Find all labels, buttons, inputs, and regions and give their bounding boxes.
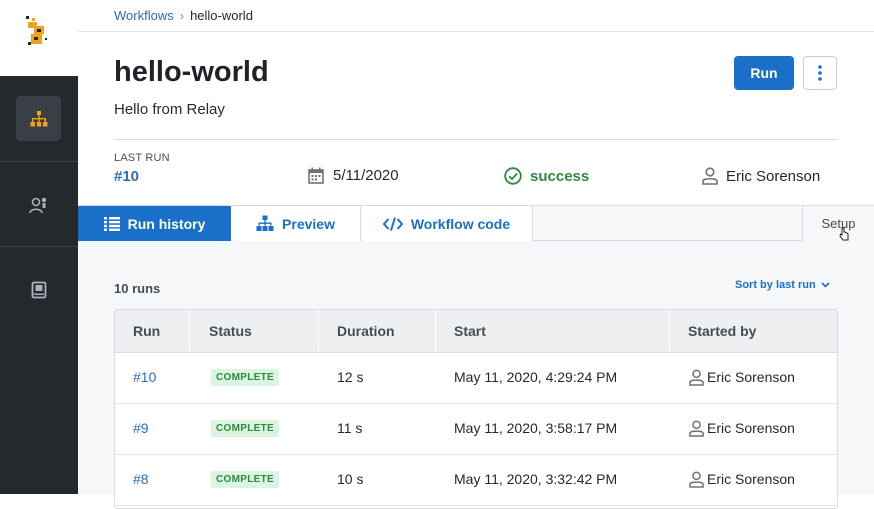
table-row[interactable]: #10 COMPLETE 12 s May 11, 2020, 4:29:24 … [115, 352, 837, 404]
started-by-name: Eric Sorenson [707, 471, 795, 487]
table-row[interactable]: #9 COMPLETE 11 s May 11, 2020, 3:58:17 P… [115, 403, 837, 455]
sort-label: Sort by last run [735, 279, 816, 291]
started-by-cell: Eric Sorenson [689, 454, 795, 504]
column-divider [189, 310, 190, 351]
column-header-status[interactable]: Status [209, 310, 252, 351]
run-history-panel: 10 runs Sort by last run Run Status Dura… [78, 241, 874, 509]
started-by-cell: Eric Sorenson [689, 352, 795, 402]
users-icon [28, 197, 46, 213]
tab-run-history-label: Run history [127, 215, 206, 232]
table-header: Run Status Duration Start Started by [115, 310, 837, 353]
last-run-number-link[interactable]: #10 [114, 168, 139, 185]
logo-area [0, 0, 78, 76]
started-by-name: Eric Sorenson [707, 369, 795, 385]
sidebar-divider [0, 161, 78, 162]
sidebar [0, 76, 78, 494]
column-header-run[interactable]: Run [133, 310, 160, 351]
workflows-icon [30, 110, 47, 126]
tab-workflow-code-label: Workflow code [410, 215, 511, 232]
more-options-button[interactable] [803, 56, 837, 90]
hierarchy-icon [256, 215, 274, 231]
sort-dropdown[interactable]: Sort by last run [735, 279, 830, 291]
user-icon [702, 167, 718, 185]
check-circle-icon [504, 167, 522, 185]
last-run-label: LAST RUN [114, 152, 170, 164]
tab-bar: Run history Preview Workflow code Setup [78, 205, 874, 241]
last-run-user-name: Eric Sorenson [726, 167, 821, 185]
status-badge: COMPLETE [211, 419, 279, 437]
column-header-started-by[interactable]: Started by [688, 310, 756, 351]
duration-cell: 10 s [337, 471, 364, 487]
tab-run-history[interactable]: Run history [78, 206, 231, 241]
duration-cell: 11 s [337, 420, 363, 436]
user-icon [689, 470, 704, 488]
calendar-icon [308, 167, 324, 184]
sidebar-item-docs[interactable] [16, 267, 61, 312]
code-icon [382, 216, 403, 231]
runs-table: Run Status Duration Start Started by #10… [114, 309, 838, 509]
tab-workflow-code[interactable]: Workflow code [361, 206, 533, 241]
duration-cell: 12 s [337, 369, 364, 385]
relay-logo-icon [26, 16, 47, 45]
start-cell: May 11, 2020, 3:58:17 PM [454, 420, 618, 436]
run-number-link[interactable]: #8 [133, 454, 149, 504]
page-title: hello-world [114, 56, 269, 88]
column-divider [318, 310, 319, 351]
start-cell: May 11, 2020, 4:29:24 PM [454, 369, 618, 385]
last-run-date: 5/11/2020 [308, 167, 399, 184]
column-divider [669, 310, 670, 351]
section-divider [114, 139, 838, 140]
sidebar-item-workflows[interactable] [16, 96, 61, 141]
column-header-start[interactable]: Start [454, 310, 486, 351]
column-header-duration[interactable]: Duration [337, 310, 395, 351]
start-cell: May 11, 2020, 3:32:42 PM [454, 471, 618, 487]
last-run-status: success [504, 167, 589, 185]
started-by-cell: Eric Sorenson [689, 403, 795, 453]
breadcrumb-current: hello-world [190, 8, 253, 23]
run-number-link[interactable]: #9 [133, 403, 149, 453]
user-icon [689, 368, 704, 386]
main-panel: Workflows › hello-world hello-world Hell… [78, 0, 874, 509]
status-cell: COMPLETE [211, 352, 279, 402]
tab-preview[interactable]: Preview [231, 206, 361, 241]
user-icon [689, 419, 704, 437]
status-badge: COMPLETE [211, 470, 279, 488]
started-by-name: Eric Sorenson [707, 420, 795, 436]
workflow-description: Hello from Relay [114, 101, 225, 118]
status-cell: COMPLETE [211, 403, 279, 453]
list-icon [103, 216, 120, 231]
run-button[interactable]: Run [734, 56, 794, 90]
chevron-right-icon: › [179, 8, 185, 23]
sidebar-divider [0, 246, 78, 247]
docs-icon [31, 281, 46, 298]
vertical-dots-icon [818, 65, 822, 81]
last-run-user: Eric Sorenson [702, 167, 820, 185]
last-run-date-text: 5/11/2020 [333, 167, 399, 184]
chevron-down-icon [821, 282, 830, 288]
tab-preview-label: Preview [282, 215, 335, 232]
status-badge: COMPLETE [211, 368, 279, 386]
breadcrumb-workflows-link[interactable]: Workflows [114, 8, 174, 23]
column-divider [435, 310, 436, 351]
breadcrumb: Workflows › hello-world [114, 8, 253, 23]
run-number-link[interactable]: #10 [133, 352, 156, 402]
sidebar-item-users[interactable] [16, 182, 61, 227]
runs-count: 10 runs [114, 281, 161, 296]
header-divider [78, 31, 874, 32]
mouse-cursor-icon [839, 227, 849, 241]
last-run-status-text: success [530, 167, 590, 185]
table-row[interactable]: #8 COMPLETE 10 s May 11, 2020, 3:32:42 P… [115, 454, 837, 506]
status-cell: COMPLETE [211, 454, 279, 504]
